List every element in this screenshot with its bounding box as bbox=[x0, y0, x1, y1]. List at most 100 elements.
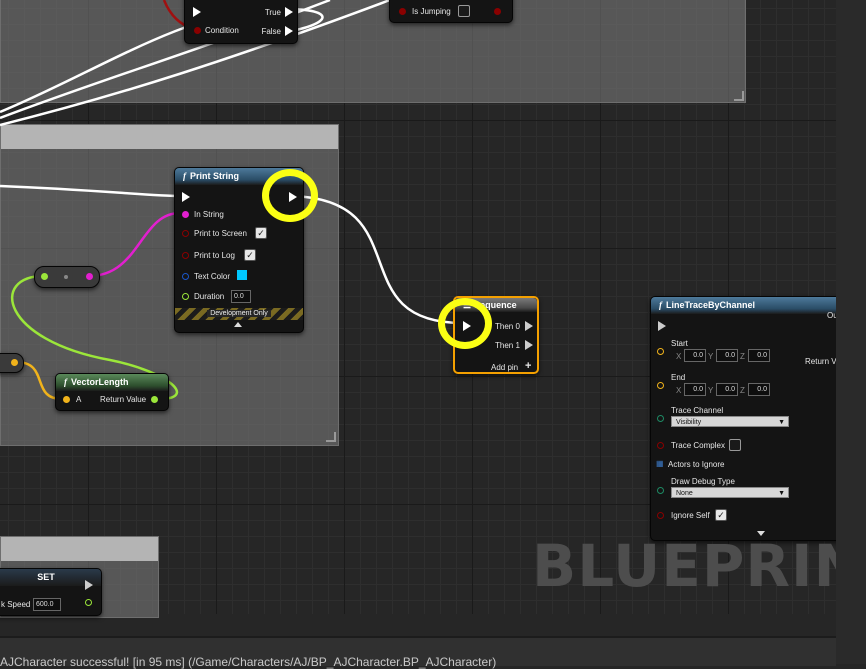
condition-label: Condition bbox=[205, 26, 239, 35]
ignore-self-checkbox[interactable]: ✓ bbox=[715, 509, 727, 521]
dropdown-arrow-icon: ▼ bbox=[778, 490, 785, 497]
text-color-pin[interactable] bbox=[182, 273, 189, 280]
compile-status-text: AJCharacter successful! [in 95 ms] (/Gam… bbox=[0, 655, 497, 669]
draw-debug-type-pin[interactable] bbox=[657, 487, 664, 494]
end-z-input[interactable]: 0.0 bbox=[748, 383, 770, 396]
blueprint-graph[interactable]: True Condition False Is Jumping f Print S… bbox=[0, 0, 866, 618]
trace-channel-pin[interactable] bbox=[657, 415, 664, 422]
duration-pin[interactable] bbox=[182, 293, 189, 300]
end-pin[interactable] bbox=[657, 382, 664, 389]
vector-variable-node[interactable] bbox=[0, 353, 24, 373]
then-0-exec-pin[interactable] bbox=[525, 321, 533, 331]
return-value-label-partial: Return V bbox=[805, 357, 837, 366]
add-pin-label[interactable]: Add pin bbox=[491, 363, 518, 372]
draw-debug-type-dropdown[interactable]: None ▼ bbox=[671, 487, 789, 498]
trace-complex-pin[interactable] bbox=[657, 442, 664, 449]
print-to-screen-pin[interactable] bbox=[182, 230, 189, 237]
vector-length-node[interactable]: f VectorLength A Return Value bbox=[55, 373, 169, 411]
float-in-pin[interactable] bbox=[41, 273, 48, 280]
in-string-pin[interactable] bbox=[182, 211, 189, 218]
line-trace-by-channel-node[interactable]: f LineTraceByChannel Ou Return V Start X … bbox=[650, 296, 852, 541]
ignore-self-label: Ignore Self bbox=[671, 511, 710, 520]
function-icon: f bbox=[659, 300, 662, 310]
start-x-input[interactable]: 0.0 bbox=[684, 349, 706, 362]
highlight-circle bbox=[262, 169, 318, 222]
trace-channel-value: Visibility bbox=[676, 419, 702, 426]
trace-channel-label: Trace Channel bbox=[671, 406, 724, 415]
vector-out-pin[interactable] bbox=[11, 359, 18, 366]
draw-debug-type-label: Draw Debug Type bbox=[671, 477, 735, 486]
duration-input[interactable]: 0.0 bbox=[231, 290, 251, 303]
start-x-label: X bbox=[676, 352, 682, 361]
vertical-scrollbar[interactable] bbox=[836, 0, 866, 664]
line-trace-header[interactable]: f LineTraceByChannel bbox=[651, 297, 851, 314]
print-string-title: Print String bbox=[190, 171, 239, 181]
end-x-label: X bbox=[676, 386, 682, 395]
string-out-pin[interactable] bbox=[86, 273, 93, 280]
actors-to-ignore-label: Actors to Ignore bbox=[668, 460, 725, 469]
float-out-pin[interactable] bbox=[85, 599, 92, 606]
actors-to-ignore-grid-icon[interactable]: ▦ bbox=[656, 459, 664, 468]
line-trace-title: LineTraceByChannel bbox=[666, 300, 756, 310]
blueprint-watermark: BLUEPRINT bbox=[532, 532, 866, 600]
set-node[interactable]: SET k Speed 600.0 bbox=[0, 568, 102, 616]
exec-in-pin[interactable] bbox=[193, 7, 201, 17]
draw-debug-type-value: None bbox=[676, 490, 693, 497]
vector-length-title: VectorLength bbox=[71, 377, 129, 387]
development-only-banner: Development Only bbox=[175, 308, 303, 320]
then-0-label: Then 0 bbox=[495, 322, 520, 331]
is-jumping-checkbox[interactable] bbox=[458, 5, 470, 17]
vector-a-pin[interactable] bbox=[63, 396, 70, 403]
is-jumping-label: Is Jumping bbox=[412, 7, 451, 16]
variable-dot-icon bbox=[64, 275, 68, 279]
end-z-label: Z bbox=[740, 386, 745, 395]
end-x-input[interactable]: 0.0 bbox=[684, 383, 706, 396]
true-exec-pin[interactable] bbox=[285, 7, 293, 17]
condition-pin[interactable] bbox=[194, 27, 201, 34]
trace-channel-dropdown[interactable]: Visibility ▼ bbox=[671, 416, 789, 427]
false-label: False bbox=[261, 27, 281, 36]
speed-input[interactable]: 600.0 bbox=[33, 598, 61, 611]
branch-node[interactable]: True Condition False bbox=[184, 0, 298, 44]
development-only-label: Development Only bbox=[207, 310, 271, 317]
vector-length-header[interactable]: f VectorLength bbox=[56, 374, 168, 391]
ignore-self-pin[interactable] bbox=[657, 512, 664, 519]
exec-in-pin[interactable] bbox=[182, 192, 190, 202]
vector-a-label: A bbox=[76, 395, 82, 404]
bool-in-pin[interactable] bbox=[399, 8, 406, 15]
print-to-screen-checkbox[interactable]: ✓ bbox=[255, 227, 267, 239]
then-1-exec-pin[interactable] bbox=[525, 340, 533, 350]
start-y-input[interactable]: 0.0 bbox=[716, 349, 738, 362]
exec-out-pin[interactable] bbox=[85, 580, 93, 590]
print-to-log-checkbox[interactable]: ✓ bbox=[244, 249, 256, 261]
end-y-input[interactable]: 0.0 bbox=[716, 383, 738, 396]
print-to-log-pin[interactable] bbox=[182, 252, 189, 259]
duration-label: Duration bbox=[194, 292, 225, 301]
start-pin[interactable] bbox=[657, 348, 664, 355]
start-label: Start bbox=[671, 339, 688, 348]
false-exec-pin[interactable] bbox=[285, 26, 293, 36]
end-y-label: Y bbox=[708, 386, 714, 395]
set-title: SET bbox=[37, 572, 55, 582]
text-color-label: Text Color bbox=[194, 272, 231, 281]
return-value-pin[interactable] bbox=[151, 396, 158, 403]
is-jumping-node[interactable]: Is Jumping bbox=[389, 0, 513, 23]
dropdown-arrow-icon: ▼ bbox=[778, 419, 785, 426]
trace-complex-checkbox[interactable] bbox=[729, 439, 741, 451]
status-bar: AJCharacter successful! [in 95 ms] (/Gam… bbox=[0, 636, 836, 669]
bool-out-pin[interactable] bbox=[494, 8, 501, 15]
speed-label-partial: k Speed bbox=[1, 600, 31, 609]
in-string-label: In String bbox=[194, 210, 224, 219]
start-z-input[interactable]: 0.0 bbox=[748, 349, 770, 362]
print-to-screen-label: Print to Screen bbox=[194, 229, 247, 238]
text-color-swatch[interactable] bbox=[237, 270, 247, 280]
exec-wire bbox=[291, 194, 464, 325]
print-to-log-label: Print to Log bbox=[194, 251, 235, 260]
true-label: True bbox=[264, 8, 281, 17]
add-pin-plus-icon[interactable]: + bbox=[525, 360, 531, 372]
function-icon: f bbox=[64, 377, 67, 387]
string-wire bbox=[88, 211, 181, 278]
exec-in-pin[interactable] bbox=[658, 321, 666, 331]
float-variable-node[interactable] bbox=[34, 266, 100, 288]
expand-arrow-icon[interactable] bbox=[234, 322, 242, 327]
